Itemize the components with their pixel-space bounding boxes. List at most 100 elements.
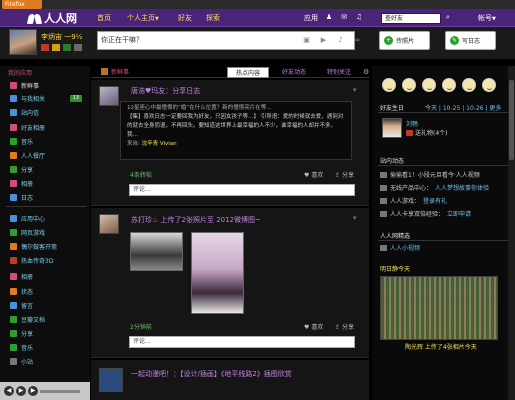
search-icon[interactable]: ⌕ — [444, 14, 452, 21]
birthday-friend-avatar[interactable] — [382, 118, 402, 138]
post-menu-icon[interactable]: ▾ — [353, 214, 357, 222]
sidebar-item[interactable]: 留言 — [0, 299, 90, 312]
video-icon[interactable]: ▶ — [319, 36, 328, 44]
featured-item[interactable]: 人人小视频 — [380, 243, 420, 252]
comment-input[interactable]: 评论… — [129, 336, 355, 348]
scrollbar-thumb[interactable] — [509, 80, 514, 160]
site-news-item[interactable]: 无线产品中心： 人人梦想故事你体验 — [380, 183, 489, 192]
nav-apps[interactable]: 应用 — [304, 13, 318, 23]
sidebar-item[interactable]: 站内信 — [0, 106, 90, 119]
shared-blog-quote[interactable]: 12星座心中最憧憬的“婚”在什么位置？新的憧憬亮片在等… 【集】喜欢日志一定要回… — [120, 101, 352, 160]
site-news-item[interactable]: 人人游戏： 登录有礼 — [380, 196, 447, 205]
post-action[interactable]: ：【设计/插画】《地平线路2》插图欣赏 — [173, 370, 292, 378]
birthday-date2-link[interactable]: 10-26 — [466, 105, 483, 112]
birthday-today-link[interactable]: 今天 — [425, 105, 437, 112]
post-author-avatar[interactable] — [99, 214, 119, 234]
play-icon[interactable]: ▶ — [16, 386, 26, 396]
smiley-sticker-icon[interactable] — [382, 78, 396, 92]
sidebar-item[interactable]: 小站 — [0, 355, 90, 368]
smiley-sticker-icon[interactable] — [422, 78, 436, 92]
sidebar-item[interactable]: 音乐 — [0, 341, 90, 354]
featured-photo-caption[interactable]: 陶光辉 上传了4张相片今天 — [405, 342, 477, 351]
post-author-avatar[interactable] — [99, 368, 123, 392]
status-input[interactable]: 你正在干嘛？ — [97, 31, 355, 50]
music-note-icon[interactable]: ♪ — [336, 36, 345, 44]
sidebar-item[interactable]: 应用中心 — [0, 212, 90, 225]
smiley-sticker-icon[interactable] — [402, 78, 416, 92]
site-news-item[interactable]: 偷偷看1！小段元旦看今·人人视频 — [380, 170, 480, 179]
sidebar-item[interactable]: 相册 — [0, 177, 90, 190]
post-action[interactable]: 上传了2张照片至 2012微博图~ — [161, 216, 261, 224]
write-blog-button[interactable]: ✎ 写日志 — [445, 31, 496, 50]
nav-home[interactable]: 首页 — [97, 13, 111, 23]
sidebar-item[interactable]: 分享 — [0, 163, 90, 176]
sidebar-item[interactable]: 豆瓣文档 — [0, 313, 90, 326]
search-input[interactable]: 查好友 — [381, 13, 441, 24]
camera-icon[interactable]: ▣ — [302, 36, 311, 44]
player-progress[interactable] — [40, 389, 80, 393]
upload-photo-button[interactable]: + 传照片 — [379, 31, 430, 50]
nav-profile[interactable]: 个人主页▼ — [127, 13, 159, 23]
nav-explore[interactable]: 探索 — [206, 13, 220, 23]
post-author[interactable]: 苏打珍 — [131, 216, 152, 224]
notification-icon[interactable]: ♫ — [355, 14, 363, 21]
sidebar-item[interactable]: 新鲜事 — [0, 79, 90, 92]
smiley-sticker-icon[interactable] — [442, 78, 456, 92]
avatar[interactable] — [9, 29, 37, 55]
tab-friends[interactable]: 好友动态 — [273, 67, 315, 78]
star-badge-icon[interactable] — [52, 44, 60, 51]
post-author[interactable]: 一起动漫吧！ — [131, 370, 173, 378]
sidebar-item[interactable]: 人人餐厅 — [0, 149, 90, 162]
smiley-sticker-icon[interactable] — [482, 78, 496, 92]
post-author[interactable]: 唐浩♥玛友 — [131, 87, 165, 95]
post-action[interactable]: ：分享日志 — [165, 87, 200, 95]
sidebar-item[interactable]: 与我相关 13 — [0, 92, 90, 105]
site-news-link[interactable]: 人人梦想故事你体验 — [435, 183, 489, 192]
post-photo[interactable] — [191, 232, 244, 314]
message-icon[interactable]: ✉ — [340, 14, 348, 21]
tab-following[interactable]: 特别关注 — [318, 67, 360, 78]
page-scrollbar[interactable] — [508, 66, 515, 400]
firefox-menu-button[interactable]: Firefox — [2, 0, 42, 9]
sidebar-item[interactable]: 分享 — [0, 327, 90, 340]
tab-hot[interactable]: 热点内容 — [227, 67, 269, 78]
like-button[interactable]: ♥ 喜欢 — [304, 170, 323, 179]
sidebar-item[interactable]: 网页游戏 — [0, 226, 90, 239]
renren-logo[interactable]: 人人网 — [28, 11, 77, 25]
prev-icon[interactable]: ◀ — [4, 386, 14, 396]
sidebar-item[interactable]: 日志 — [0, 191, 90, 204]
site-news-link[interactable]: 立即申请 — [447, 209, 471, 218]
share-button[interactable]: ⇪ 分享 — [335, 170, 354, 179]
sidebar-item[interactable]: 状态 — [0, 285, 90, 298]
like-button[interactable]: ♥ 喜欢 — [304, 322, 323, 331]
sidebar-item[interactable]: 好友相册 — [0, 121, 90, 134]
settings-badge-icon[interactable] — [74, 44, 82, 51]
next-icon[interactable]: ▶ — [28, 386, 38, 396]
site-news-item[interactable]: 人人卡享双倍经验： 立即申请 — [380, 209, 471, 218]
account-menu[interactable]: 帐号▼ — [478, 13, 496, 23]
link-icon[interactable]: ∞ — [353, 36, 362, 44]
send-gift-link[interactable]: 送礼物(4个) — [406, 128, 448, 137]
sidebar-item[interactable]: 偶尔做客开斋 — [0, 240, 90, 253]
post-menu-icon[interactable]: ▾ — [353, 86, 357, 94]
share-button[interactable]: ⇪ 分享 — [335, 322, 354, 331]
vip-badge-icon[interactable] — [41, 44, 49, 51]
sidebar-item[interactable]: 音乐 — [0, 135, 90, 148]
birthday-date1-link[interactable]: 10-25 — [443, 105, 460, 112]
post-photo[interactable] — [130, 232, 183, 271]
birthday-friend-name[interactable]: 刘畅 — [406, 119, 418, 128]
quote-source-name[interactable]: 沈辛青 Vivian — [142, 141, 177, 147]
friends-icon[interactable]: ♟ — [325, 14, 333, 21]
sidebar-item[interactable]: 热血传奇3D — [0, 254, 90, 267]
featured-photo[interactable] — [380, 276, 498, 340]
comment-input[interactable]: 评论… — [129, 184, 355, 196]
sidebar-item[interactable]: 相册 — [0, 270, 90, 283]
birthday-more-link[interactable]: 更多 — [489, 105, 501, 112]
level-badge-icon[interactable] — [63, 44, 71, 51]
site-news-link[interactable]: 登录有礼 — [423, 196, 447, 205]
nav-friends[interactable]: 好友 — [178, 13, 192, 23]
gear-icon[interactable]: ⚙ — [363, 68, 369, 76]
post-author-avatar[interactable] — [99, 86, 119, 106]
profile-name[interactable]: 李炳宙 一9½ — [41, 32, 82, 42]
smiley-sticker-icon[interactable] — [462, 78, 476, 92]
